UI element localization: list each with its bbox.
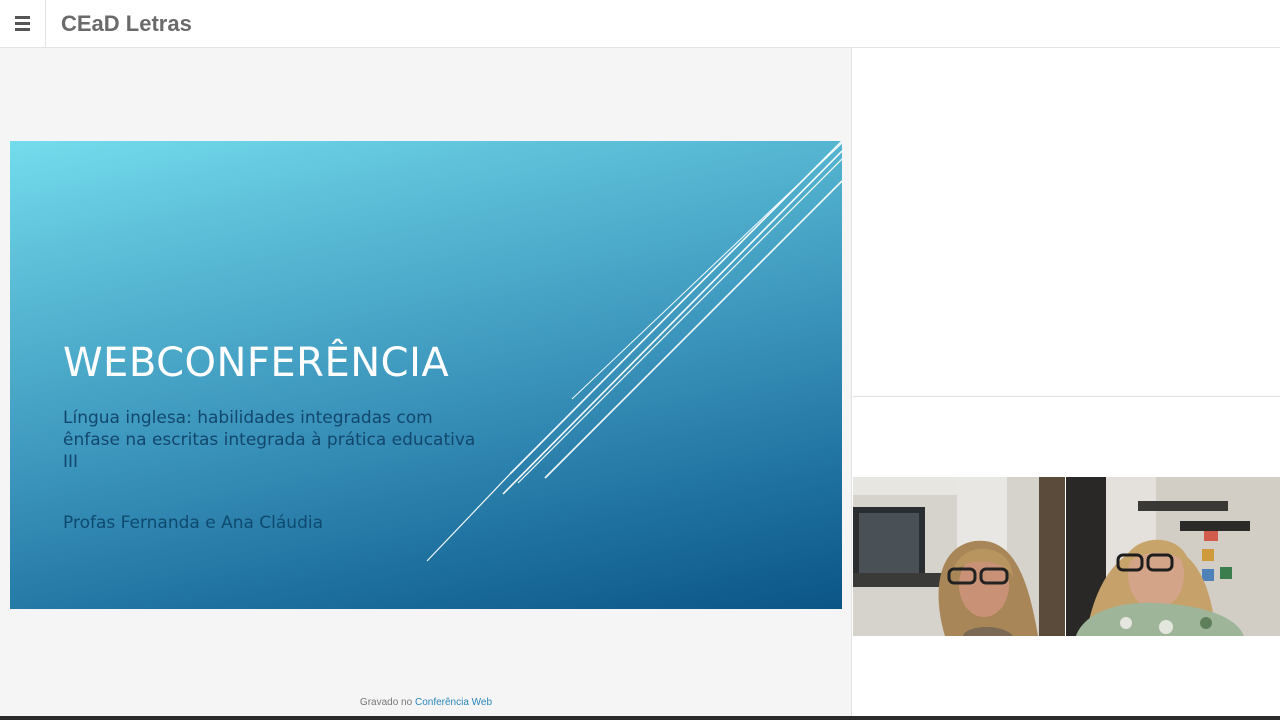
top-bar: CEaD Letras	[0, 0, 1280, 48]
panel-divider	[853, 396, 1280, 397]
right-panel	[853, 48, 1280, 716]
participant-1-video-frame	[853, 477, 1065, 636]
slide-subtitle: Língua inglesa: habilidades integradas c…	[63, 408, 476, 472]
footer-prefix: Gravado no	[359, 697, 413, 708]
presentation-slide: WEBCONFERÊNCIA Língua inglesa: habilidad…	[10, 141, 842, 609]
slide-title: WEBCONFERÊNCIA	[63, 340, 450, 386]
slide-authors: Profas Fernanda e Ana Cláudia	[63, 513, 324, 533]
participant-2-video-frame	[1066, 477, 1280, 636]
presentation-area: WEBCONFERÊNCIA Língua inglesa: habilidad…	[0, 48, 852, 716]
participant-2-video	[1066, 477, 1280, 636]
hamburger-menu-icon[interactable]	[0, 0, 46, 47]
bottom-bar	[0, 716, 1280, 720]
app-title: CEaD Letras	[61, 11, 192, 36]
participant-1-video	[853, 477, 1065, 636]
conferencia-web-link[interactable]: Conferência Web	[415, 697, 492, 708]
recording-footer: Gravado no Conferência Web	[0, 697, 852, 708]
